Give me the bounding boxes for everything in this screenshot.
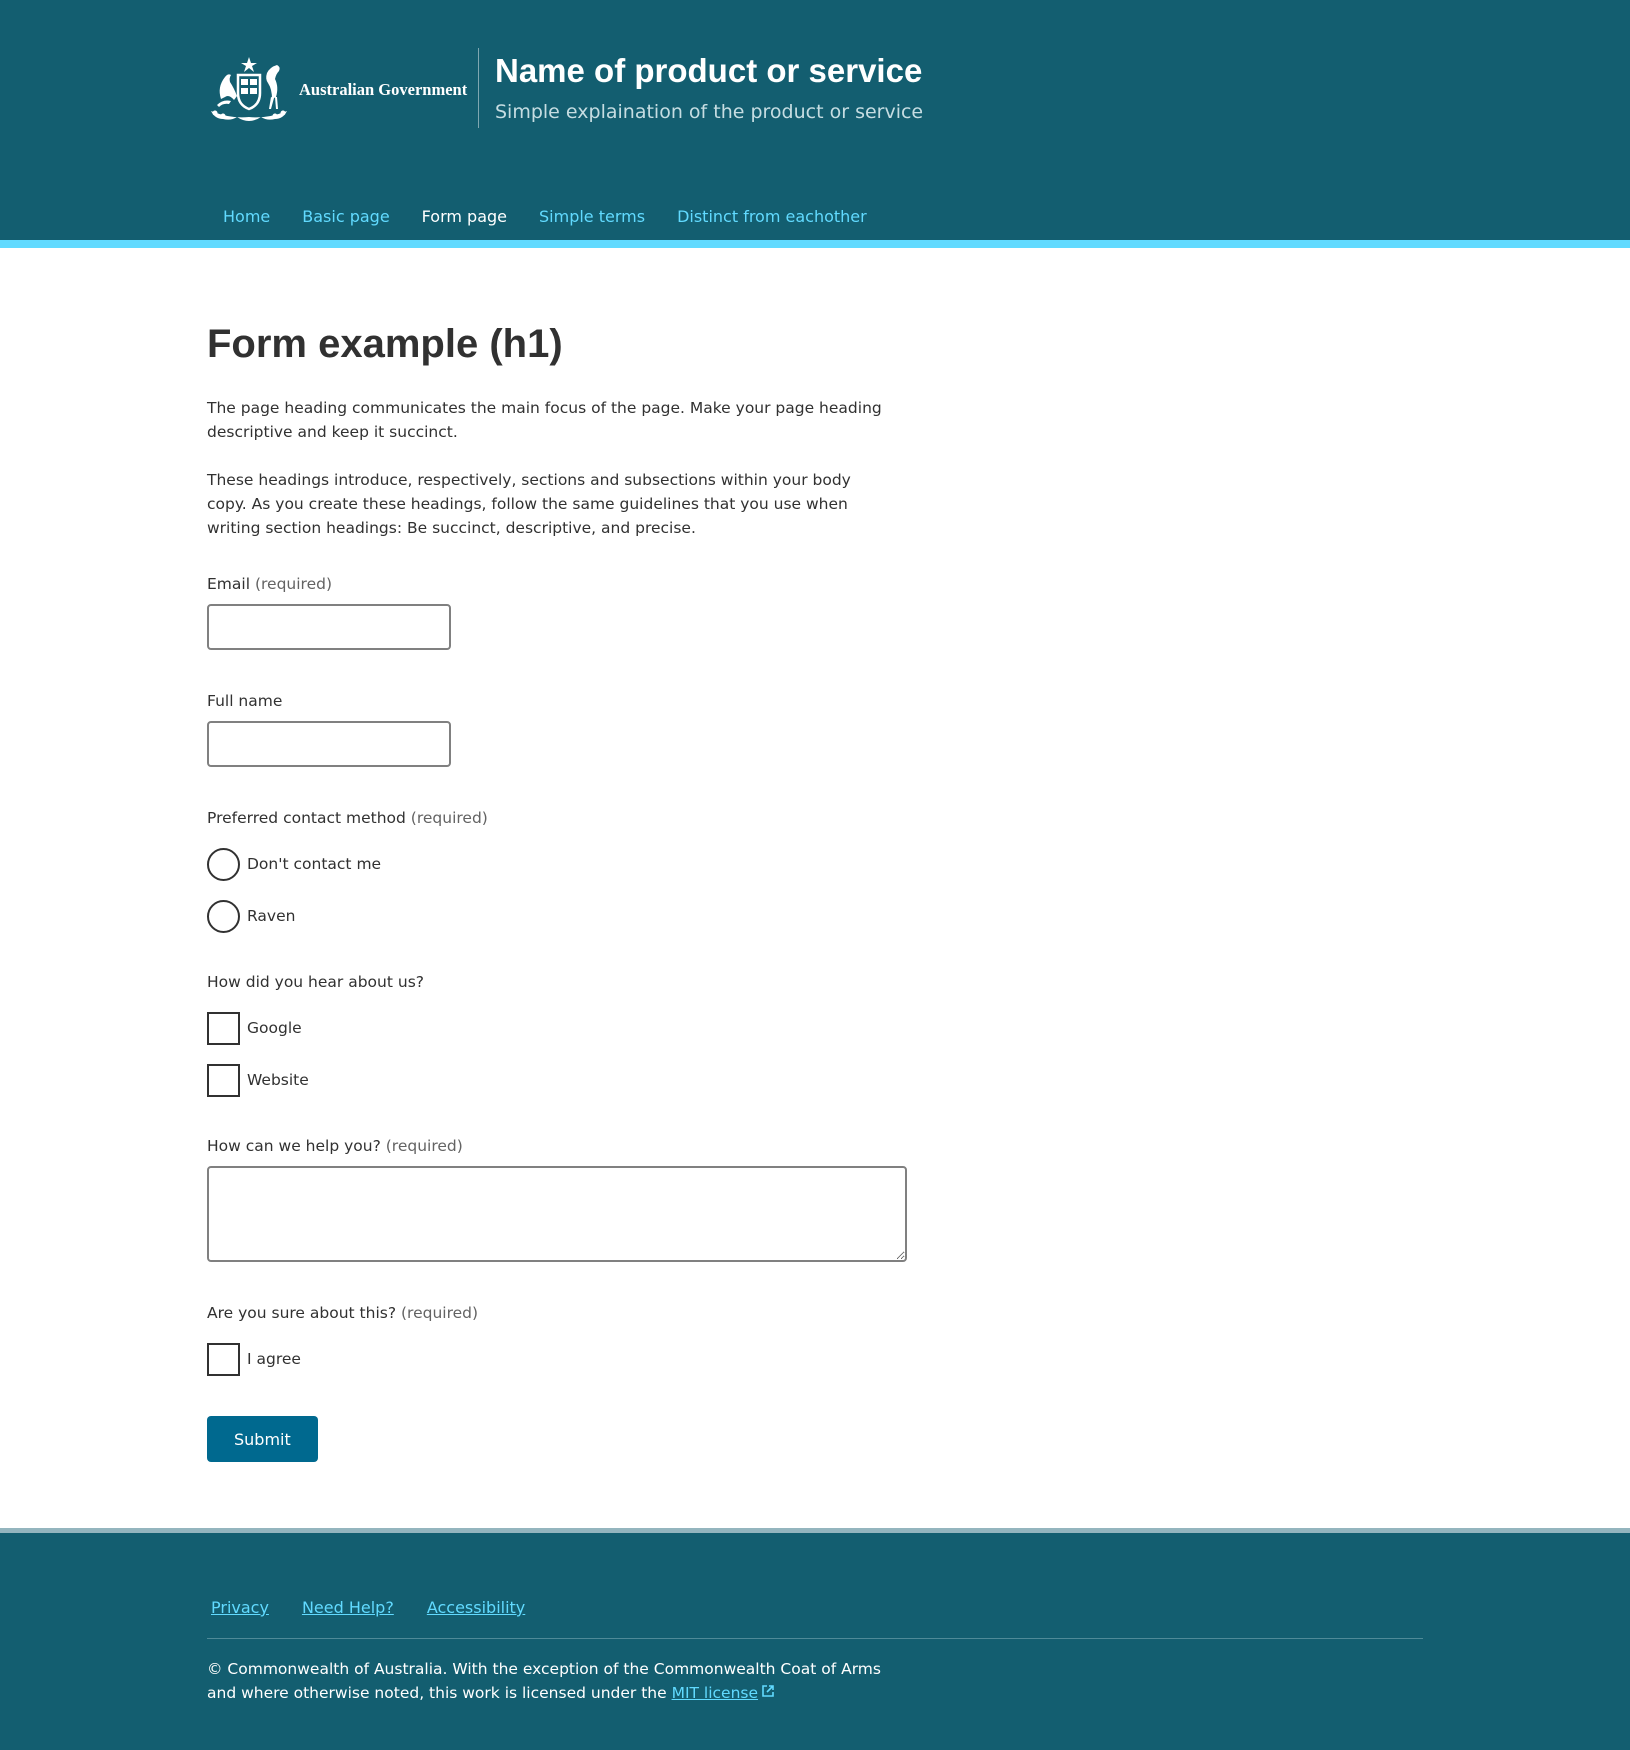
- full-name-field-group: Full name: [207, 690, 907, 767]
- email-input[interactable]: [207, 604, 451, 650]
- intro-paragraph-1: The page heading communicates the main f…: [207, 399, 882, 441]
- submit-button[interactable]: Submit: [207, 1416, 318, 1462]
- mit-license-link[interactable]: MIT license: [672, 1684, 774, 1702]
- product-name: Name of product or service: [495, 52, 923, 89]
- email-label: Email (required): [207, 573, 907, 595]
- government-brand[interactable]: Australian Government: [207, 47, 467, 129]
- contact-method-label: Preferred contact method (required): [207, 807, 907, 829]
- required-marker: (required): [385, 1137, 463, 1155]
- site-header: Australian Government Name of product or…: [0, 0, 1630, 248]
- hear-about-group: How did you hear about us? Google Websit…: [207, 971, 907, 1097]
- government-name: Australian Government: [299, 80, 468, 99]
- header-accent-bar: [0, 240, 1630, 248]
- intro-paragraph-2: These headings introduce, respectively, …: [207, 471, 851, 537]
- nav-item-distinct[interactable]: Distinct from eachother: [661, 192, 883, 240]
- site-footer: Privacy Need Help? Accessibility © Commo…: [0, 1528, 1630, 1750]
- checkbox-label: Website: [247, 1071, 309, 1089]
- help-label-text: How can we help you?: [207, 1137, 381, 1155]
- footer-link-need-help[interactable]: Need Help?: [302, 1598, 394, 1617]
- checkbox-label: Google: [247, 1019, 302, 1037]
- nav-item-simple-terms[interactable]: Simple terms: [523, 192, 661, 240]
- nav-item-basic-page[interactable]: Basic page: [286, 192, 405, 240]
- footer-link-privacy[interactable]: Privacy: [211, 1598, 269, 1617]
- checkbox-website[interactable]: Website: [207, 1063, 907, 1097]
- coat-of-arms-icon: [211, 57, 287, 121]
- main-content: Form example (h1) The page heading commu…: [207, 320, 907, 1462]
- external-link-icon: [762, 1685, 774, 1697]
- radio-button[interactable]: [207, 899, 240, 933]
- checkbox[interactable]: [207, 1063, 240, 1097]
- required-marker: (required): [410, 809, 488, 827]
- copyright-text: © Commonwealth of Australia. With the ex…: [207, 1660, 881, 1702]
- checkbox[interactable]: [207, 1342, 240, 1376]
- radio-label: Don't contact me: [247, 855, 382, 873]
- email-field-group: Email (required): [207, 573, 907, 650]
- checkbox-agree[interactable]: I agree: [207, 1342, 907, 1376]
- nav-item-form-page[interactable]: Form page: [405, 192, 524, 248]
- help-field-group: How can we help you? (required): [207, 1135, 907, 1262]
- full-name-input[interactable]: [207, 721, 451, 767]
- mit-license-label: MIT license: [671, 1684, 759, 1702]
- checkbox[interactable]: [207, 1011, 240, 1045]
- footer-links: Privacy Need Help? Accessibility: [207, 1598, 554, 1617]
- contact-method-label-text: Preferred contact method: [207, 809, 406, 827]
- email-label-text: Email: [207, 575, 251, 593]
- help-label: How can we help you? (required): [207, 1135, 907, 1157]
- confirm-label: Are you sure about this? (required): [207, 1302, 907, 1324]
- confirm-label-text: Are you sure about this?: [207, 1304, 397, 1322]
- nav-item-home[interactable]: Home: [207, 192, 286, 240]
- confirm-group: Are you sure about this? (required) I ag…: [207, 1302, 907, 1376]
- radio-dont-contact[interactable]: Don't contact me: [207, 847, 907, 881]
- required-marker: (required): [254, 575, 332, 593]
- help-textarea[interactable]: [207, 1166, 907, 1262]
- radio-raven[interactable]: Raven: [207, 899, 907, 933]
- full-name-label: Full name: [207, 692, 283, 710]
- footer-divider: [207, 1638, 1423, 1639]
- brand-divider: [478, 48, 479, 128]
- checkbox-label: I agree: [247, 1350, 301, 1368]
- product-description: Simple explaination of the product or se…: [495, 101, 924, 123]
- required-marker: (required): [401, 1304, 479, 1322]
- checkbox-google[interactable]: Google: [207, 1011, 907, 1045]
- copyright-notice: © Commonwealth of Australia. With the ex…: [207, 1657, 907, 1705]
- contact-form: Email (required) Full name Preferred con…: [207, 573, 907, 1462]
- page-title: Form example (h1): [207, 322, 563, 366]
- radio-label: Raven: [247, 907, 296, 925]
- contact-method-group: Preferred contact method (required) Don'…: [207, 807, 907, 933]
- hear-about-label: How did you hear about us?: [207, 973, 424, 991]
- radio-button[interactable]: [207, 847, 240, 881]
- footer-link-accessibility[interactable]: Accessibility: [427, 1598, 525, 1617]
